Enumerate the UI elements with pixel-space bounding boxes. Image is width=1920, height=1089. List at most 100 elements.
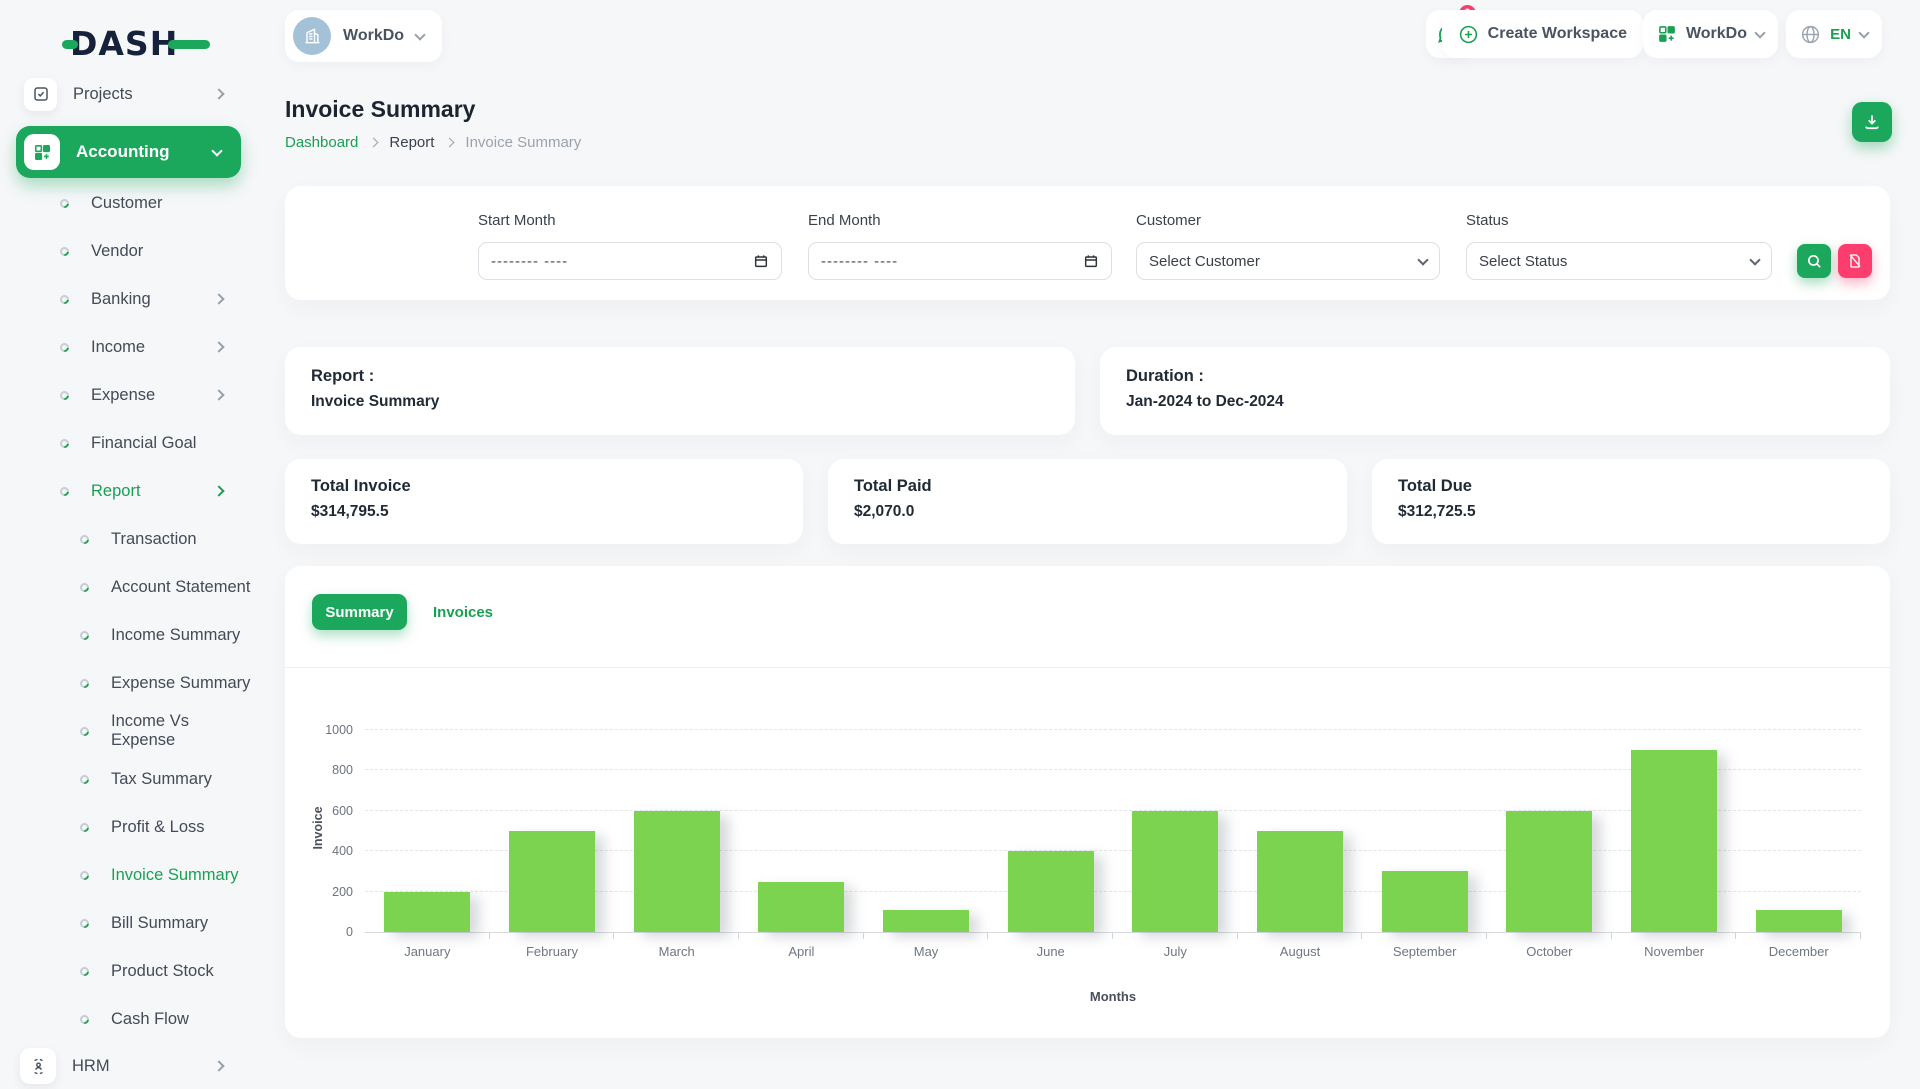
sidebar-item-banking[interactable]: Banking [0, 275, 257, 323]
download-icon [1862, 112, 1882, 132]
sidebar-item-income[interactable]: Income [0, 323, 257, 371]
language-selector[interactable]: EN [1786, 10, 1882, 58]
sidebar-item-accounting[interactable]: Accounting [16, 126, 241, 178]
bar-december[interactable] [1756, 910, 1842, 932]
bullet-icon [78, 629, 91, 642]
projects-icon-box [24, 78, 57, 111]
workspace-switcher[interactable]: WorkDo [285, 10, 442, 62]
hrm-icon-box [20, 1048, 56, 1084]
customer-select[interactable]: Select Customer [1136, 242, 1440, 280]
sidebar-item-bill-summary[interactable]: Bill Summary [0, 899, 257, 947]
create-workspace-button[interactable]: Create Workspace [1442, 10, 1643, 58]
start-month-input[interactable]: -------- ---- [478, 242, 782, 280]
end-month-input[interactable]: -------- ---- [808, 242, 1112, 280]
bar-october[interactable] [1506, 811, 1592, 932]
x-axis-category-label: February [490, 944, 615, 959]
sidebar-item-product-stock[interactable]: Product Stock [0, 947, 257, 995]
sidebar-item-label: Account Statement [111, 578, 250, 597]
apply-filter-button[interactable] [1797, 244, 1831, 278]
logo-dash-icon [62, 40, 78, 49]
workspace-avatar [293, 17, 331, 55]
stat-label: Total Paid [854, 477, 1321, 496]
page-title: Invoice Summary [285, 96, 475, 123]
start-month-placeholder: -------- ---- [491, 253, 568, 270]
grid-plus-icon [1657, 24, 1677, 44]
bar-may[interactable] [883, 910, 969, 932]
bar-september[interactable] [1382, 871, 1468, 932]
sidebar-item-account-statement[interactable]: Account Statement [0, 563, 257, 611]
sidebar-item-customer[interactable]: Customer [0, 179, 257, 227]
y-axis-tick-label: 1000 [325, 723, 353, 737]
sidebar-item-income-summary[interactable]: Income Summary [0, 611, 257, 659]
bullet-icon [58, 341, 71, 354]
bar-april[interactable] [758, 882, 844, 933]
bar-chart-plot-area: 02004006008001000 [365, 730, 1861, 933]
x-axis-category-label: May [864, 944, 989, 959]
total-due-card: Total Due $312,725.5 [1372, 459, 1890, 544]
sidebar-item-label: Income [91, 338, 145, 357]
breadcrumb-current: Invoice Summary [465, 134, 581, 151]
sidebar-item-label: Vendor [91, 242, 143, 261]
sidebar-item-invoice-summary[interactable]: Invoice Summary [0, 851, 257, 899]
sidebar-item-label: Tax Summary [111, 770, 212, 789]
accounting-submenu: Customer Vendor Banking Income Expense F… [0, 179, 257, 1043]
duration-card-value: Jan-2024 to Dec-2024 [1126, 393, 1864, 411]
sidebar-item-label: Invoice Summary [111, 866, 238, 885]
sidebar-item-vendor[interactable]: Vendor [0, 227, 257, 275]
bar-january[interactable] [384, 892, 470, 932]
end-month-label: End Month [808, 212, 881, 229]
sidebar-item-label: Cash Flow [111, 1010, 189, 1029]
x-axis-category-label: March [614, 944, 739, 959]
bar-august[interactable] [1257, 831, 1343, 932]
tab-invoices[interactable]: Invoices [425, 594, 501, 630]
sidebar-item-expense-summary[interactable]: Expense Summary [0, 659, 257, 707]
bar-november[interactable] [1631, 750, 1717, 932]
calendar-icon [1083, 253, 1099, 269]
bar-slot [1113, 730, 1238, 932]
sidebar-item-hrm[interactable]: HRM [20, 1043, 257, 1089]
sidebar-item-cash-flow[interactable]: Cash Flow [0, 995, 257, 1043]
sidebar-item-label: Expense Summary [111, 674, 250, 693]
status-label: Status [1466, 212, 1509, 229]
sidebar-item-transaction[interactable]: Transaction [0, 515, 257, 563]
bullet-icon [78, 965, 91, 978]
tabs-bar: Summary Invoices [285, 566, 1890, 668]
x-axis-category-label: April [739, 944, 864, 959]
hrm-user-sync-icon [29, 1057, 48, 1076]
app-logo[interactable]: DASH [62, 24, 210, 63]
bar-slot [614, 730, 739, 932]
bar-june[interactable] [1008, 851, 1094, 932]
breadcrumb-dashboard[interactable]: Dashboard [285, 134, 358, 151]
app-menu-label: WorkDo [1686, 25, 1747, 43]
download-report-button[interactable] [1852, 102, 1892, 142]
end-month-placeholder: -------- ---- [821, 253, 898, 270]
report-card-value: Invoice Summary [311, 393, 1049, 411]
sidebar-item-profit-loss[interactable]: Profit & Loss [0, 803, 257, 851]
sidebar-item-financial-goal[interactable]: Financial Goal [0, 419, 257, 467]
breadcrumb-report[interactable]: Report [389, 134, 434, 151]
bar-march[interactable] [634, 811, 720, 932]
reset-filter-button[interactable] [1838, 244, 1872, 278]
sidebar-item-expense[interactable]: Expense [0, 371, 257, 419]
x-axis-category-label: June [988, 944, 1113, 959]
status-select[interactable]: Select Status [1466, 242, 1772, 280]
calendar-icon [753, 253, 769, 269]
bar-july[interactable] [1132, 811, 1218, 932]
chevron-down-icon [414, 29, 425, 40]
sidebar-item-income-vs-expense[interactable]: Income Vs Expense [0, 707, 257, 755]
bullet-icon [78, 1013, 91, 1026]
sidebar-item-tax-summary[interactable]: Tax Summary [0, 755, 257, 803]
bar-slot [1238, 730, 1363, 932]
bullet-icon [58, 437, 71, 450]
sidebar: Projects Accounting Customer Vendor Bank… [0, 70, 257, 1080]
sidebar-item-projects[interactable]: Projects [24, 74, 257, 114]
bar-february[interactable] [509, 831, 595, 932]
accounting-icon-box [24, 134, 60, 170]
bullet-icon [58, 245, 71, 258]
bullet-icon [58, 389, 71, 402]
bullet-icon [58, 293, 71, 306]
app-menu-button[interactable]: WorkDo [1643, 10, 1778, 58]
tab-summary[interactable]: Summary [312, 594, 407, 630]
sidebar-item-label: Banking [91, 290, 151, 309]
sidebar-item-report[interactable]: Report [0, 467, 257, 515]
